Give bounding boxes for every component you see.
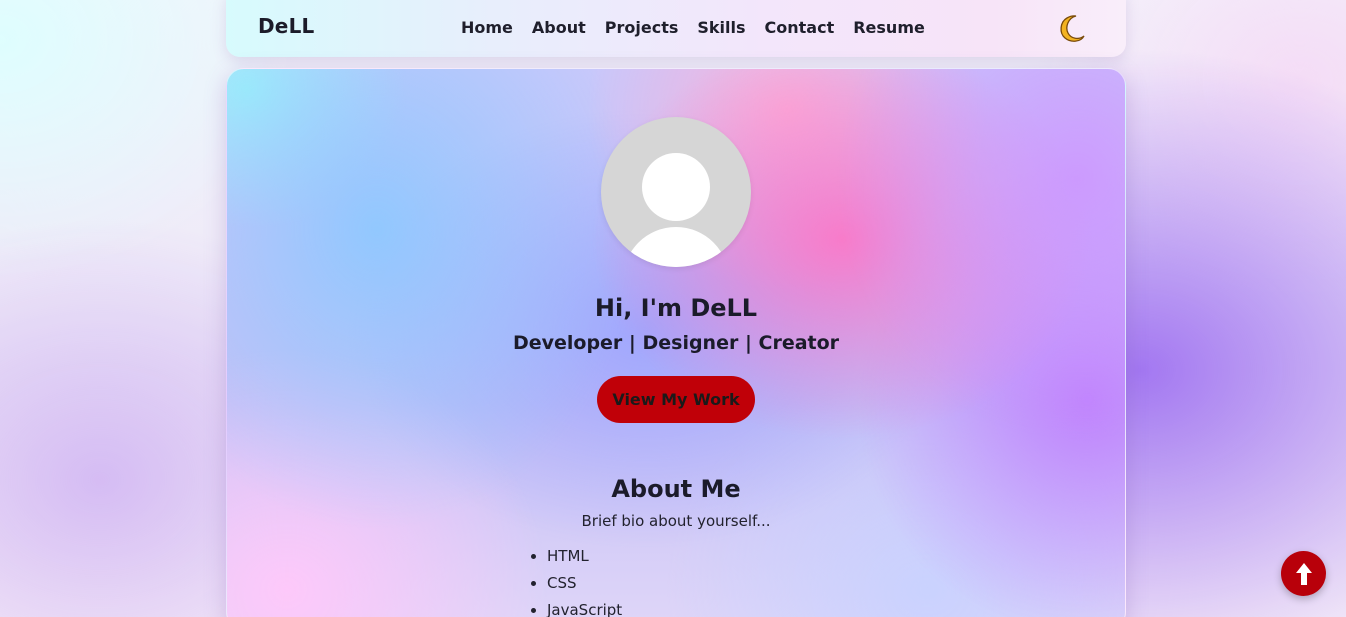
avatar-body-shape: [623, 227, 729, 267]
nav-links: Home About Projects Skills Contact Resum…: [461, 18, 925, 37]
skills-list: HTML CSS JavaScript: [527, 543, 622, 617]
profile-avatar: [601, 117, 751, 267]
hero-title: Hi, I'm DeLL: [594, 294, 758, 322]
view-my-work-button[interactable]: View My Work: [597, 376, 755, 423]
nav-link-home[interactable]: Home: [461, 18, 513, 37]
nav-link-resume[interactable]: Resume: [853, 18, 925, 37]
hero-subtitle: Developer | Designer | Creator: [512, 332, 840, 354]
brand-logo[interactable]: DeLL: [258, 14, 314, 38]
skill-item: CSS: [547, 570, 622, 597]
nav-link-projects[interactable]: Projects: [605, 18, 679, 37]
hero-card: Hi, I'm DeLL Developer | Designer | Crea…: [226, 68, 1126, 617]
skill-item: JavaScript: [547, 597, 622, 617]
moon-icon: [1060, 15, 1085, 42]
nav-link-skills[interactable]: Skills: [697, 18, 745, 37]
skill-item: HTML: [547, 543, 622, 570]
nav-link-contact[interactable]: Contact: [765, 18, 835, 37]
theme-toggle-button[interactable]: [1056, 12, 1088, 44]
about-text: Brief bio about yourself...: [581, 512, 771, 530]
arrow-up-icon: [1295, 562, 1312, 585]
nav-link-about[interactable]: About: [532, 18, 586, 37]
scroll-to-top-button[interactable]: [1281, 551, 1326, 596]
navbar: DeLL Home About Projects Skills Contact …: [226, 0, 1126, 57]
about-title: About Me: [611, 475, 741, 503]
avatar-head-shape: [642, 153, 710, 221]
